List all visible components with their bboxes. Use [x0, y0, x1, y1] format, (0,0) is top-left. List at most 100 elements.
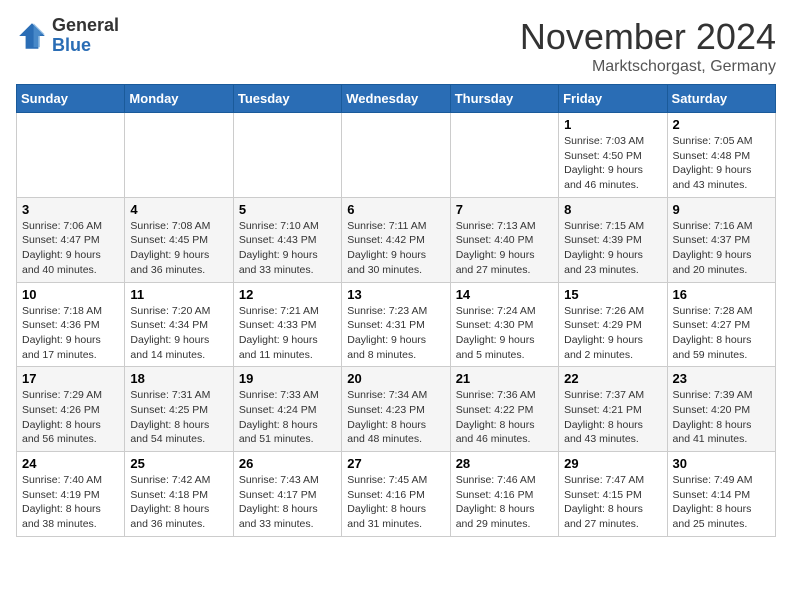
calendar-cell: 10 Sunrise: 7:18 AMSunset: 4:36 PMDayligh…	[17, 282, 125, 367]
day-number: 13	[347, 287, 444, 302]
calendar-table: SundayMondayTuesdayWednesdayThursdayFrid…	[16, 84, 776, 537]
day-number: 17	[22, 371, 119, 386]
calendar-cell: 2Sunrise: 7:05 AMSunset: 4:48 PMDaylight…	[667, 113, 775, 198]
day-info: Sunrise: 7:24 AMSunset: 4:30 PMDaylight:…	[456, 304, 553, 363]
weekday-header: Friday	[559, 85, 667, 113]
day-info: Sunrise: 7:43 AMSunset: 4:17 PMDaylight:…	[239, 473, 336, 532]
day-number: 8	[564, 202, 661, 217]
day-info: Sunrise: 7:20 AMSunset: 4:34 PMDaylight:…	[130, 304, 227, 363]
calendar-week-row: 24Sunrise: 7:40 AMSunset: 4:19 PMDayligh…	[17, 452, 776, 537]
day-info: Sunrise: 7:31 AMSunset: 4:25 PMDaylight:…	[130, 388, 227, 447]
day-number: 21	[456, 371, 553, 386]
calendar-week-row: 10 Sunrise: 7:18 AMSunset: 4:36 PMDayligh…	[17, 282, 776, 367]
day-info: Sunrise: 7:37 AMSunset: 4:21 PMDaylight:…	[564, 388, 661, 447]
day-number: 2	[673, 117, 770, 132]
day-number: 25	[130, 456, 227, 471]
day-info: Sunrise: 7:46 AMSunset: 4:16 PMDaylight:…	[456, 473, 553, 532]
day-info: Sunrise: 7:29 AMSunset: 4:26 PMDaylight:…	[22, 388, 119, 447]
day-number: 5	[239, 202, 336, 217]
day-number: 3	[22, 202, 119, 217]
day-info: Sunrise: 7:34 AMSunset: 4:23 PMDaylight:…	[347, 388, 444, 447]
day-number: 22	[564, 371, 661, 386]
weekday-header: Monday	[125, 85, 233, 113]
calendar-cell: 19 Sunrise: 7:33 AMSunset: 4:24 PMDayligh…	[233, 367, 341, 452]
logo-general: General	[52, 16, 119, 36]
calendar-cell: 18Sunrise: 7:31 AMSunset: 4:25 PMDayligh…	[125, 367, 233, 452]
calendar-cell: 13 Sunrise: 7:23 AMSunset: 4:31 PMDayligh…	[342, 282, 450, 367]
day-number: 29	[564, 456, 661, 471]
day-number: 9	[673, 202, 770, 217]
day-info: Sunrise: 7:18 AMSunset: 4:36 PMDaylight:…	[22, 304, 119, 363]
logo-blue: Blue	[52, 36, 119, 56]
day-number: 15	[564, 287, 661, 302]
header: General Blue November 2024 Marktschorgas…	[16, 16, 776, 76]
calendar-cell: 27Sunrise: 7:45 AMSunset: 4:16 PMDayligh…	[342, 452, 450, 537]
logo: General Blue	[16, 16, 119, 56]
day-info: Sunrise: 7:39 AMSunset: 4:20 PMDaylight:…	[673, 388, 770, 447]
calendar-cell: 6 Sunrise: 7:11 AMSunset: 4:42 PMDaylight…	[342, 197, 450, 282]
day-info: Sunrise: 7:11 AMSunset: 4:42 PMDaylight:…	[347, 219, 444, 278]
day-info: Sunrise: 7:23 AMSunset: 4:31 PMDaylight:…	[347, 304, 444, 363]
day-number: 14	[456, 287, 553, 302]
day-info: Sunrise: 7:21 AMSunset: 4:33 PMDaylight:…	[239, 304, 336, 363]
day-info: Sunrise: 7:47 AMSunset: 4:15 PMDaylight:…	[564, 473, 661, 532]
location-title: Marktschorgast, Germany	[520, 58, 776, 76]
day-number: 30	[673, 456, 770, 471]
day-number: 11	[130, 287, 227, 302]
title-block: November 2024 Marktschorgast, Germany	[520, 16, 776, 76]
day-info: Sunrise: 7:03 AMSunset: 4:50 PMDaylight:…	[564, 134, 661, 193]
day-number: 4	[130, 202, 227, 217]
day-info: Sunrise: 7:06 AMSunset: 4:47 PMDaylight:…	[22, 219, 119, 278]
day-number: 12	[239, 287, 336, 302]
day-info: Sunrise: 7:33 AMSunset: 4:24 PMDaylight:…	[239, 388, 336, 447]
calendar-cell: 7 Sunrise: 7:13 AMSunset: 4:40 PMDaylight…	[450, 197, 558, 282]
calendar-week-row: 17 Sunrise: 7:29 AMSunset: 4:26 PMDayligh…	[17, 367, 776, 452]
calendar-cell: 14 Sunrise: 7:24 AMSunset: 4:30 PMDayligh…	[450, 282, 558, 367]
day-info: Sunrise: 7:42 AMSunset: 4:18 PMDaylight:…	[130, 473, 227, 532]
day-number: 10	[22, 287, 119, 302]
day-info: Sunrise: 7:16 AMSunset: 4:37 PMDaylight:…	[673, 219, 770, 278]
weekday-header: Sunday	[17, 85, 125, 113]
day-number: 27	[347, 456, 444, 471]
day-info: Sunrise: 7:13 AMSunset: 4:40 PMDaylight:…	[456, 219, 553, 278]
logo-text: General Blue	[52, 16, 119, 56]
calendar-cell: 26Sunrise: 7:43 AMSunset: 4:17 PMDayligh…	[233, 452, 341, 537]
day-info: Sunrise: 7:26 AMSunset: 4:29 PMDaylight:…	[564, 304, 661, 363]
day-info: Sunrise: 7:36 AMSunset: 4:22 PMDaylight:…	[456, 388, 553, 447]
month-title: November 2024	[520, 16, 776, 58]
weekday-header-row: SundayMondayTuesdayWednesdayThursdayFrid…	[17, 85, 776, 113]
calendar-cell	[17, 113, 125, 198]
weekday-header: Tuesday	[233, 85, 341, 113]
calendar-cell: 16Sunrise: 7:28 AMSunset: 4:27 PMDayligh…	[667, 282, 775, 367]
weekday-header: Thursday	[450, 85, 558, 113]
calendar-cell: 12 Sunrise: 7:21 AMSunset: 4:33 PMDayligh…	[233, 282, 341, 367]
calendar-cell: 30 Sunrise: 7:49 AMSunset: 4:14 PMDayligh…	[667, 452, 775, 537]
day-info: Sunrise: 7:08 AMSunset: 4:45 PMDaylight:…	[130, 219, 227, 278]
day-info: Sunrise: 7:49 AMSunset: 4:14 PMDaylight:…	[673, 473, 770, 532]
day-number: 28	[456, 456, 553, 471]
calendar-cell: 17 Sunrise: 7:29 AMSunset: 4:26 PMDayligh…	[17, 367, 125, 452]
day-number: 7	[456, 202, 553, 217]
calendar-cell: 24Sunrise: 7:40 AMSunset: 4:19 PMDayligh…	[17, 452, 125, 537]
weekday-header: Saturday	[667, 85, 775, 113]
calendar-cell: 15 Sunrise: 7:26 AMSunset: 4:29 PMDayligh…	[559, 282, 667, 367]
day-number: 6	[347, 202, 444, 217]
calendar-cell: 11 Sunrise: 7:20 AMSunset: 4:34 PMDayligh…	[125, 282, 233, 367]
calendar-cell: 5 Sunrise: 7:10 AMSunset: 4:43 PMDaylight…	[233, 197, 341, 282]
day-number: 19	[239, 371, 336, 386]
calendar-cell: 3 Sunrise: 7:06 AMSunset: 4:47 PMDaylight…	[17, 197, 125, 282]
logo-icon	[16, 20, 48, 52]
calendar-cell: 28 Sunrise: 7:46 AMSunset: 4:16 PMDayligh…	[450, 452, 558, 537]
calendar-cell: 9 Sunrise: 7:16 AMSunset: 4:37 PMDaylight…	[667, 197, 775, 282]
day-info: Sunrise: 7:15 AMSunset: 4:39 PMDaylight:…	[564, 219, 661, 278]
day-info: Sunrise: 7:10 AMSunset: 4:43 PMDaylight:…	[239, 219, 336, 278]
day-number: 16	[673, 287, 770, 302]
calendar-cell	[125, 113, 233, 198]
calendar-cell: 25 Sunrise: 7:42 AMSunset: 4:18 PMDayligh…	[125, 452, 233, 537]
calendar-cell	[233, 113, 341, 198]
day-number: 23	[673, 371, 770, 386]
calendar-cell: 8 Sunrise: 7:15 AMSunset: 4:39 PMDaylight…	[559, 197, 667, 282]
day-number: 24	[22, 456, 119, 471]
calendar-cell: 22 Sunrise: 7:37 AMSunset: 4:21 PMDayligh…	[559, 367, 667, 452]
calendar-week-row: 1Sunrise: 7:03 AMSunset: 4:50 PMDaylight…	[17, 113, 776, 198]
